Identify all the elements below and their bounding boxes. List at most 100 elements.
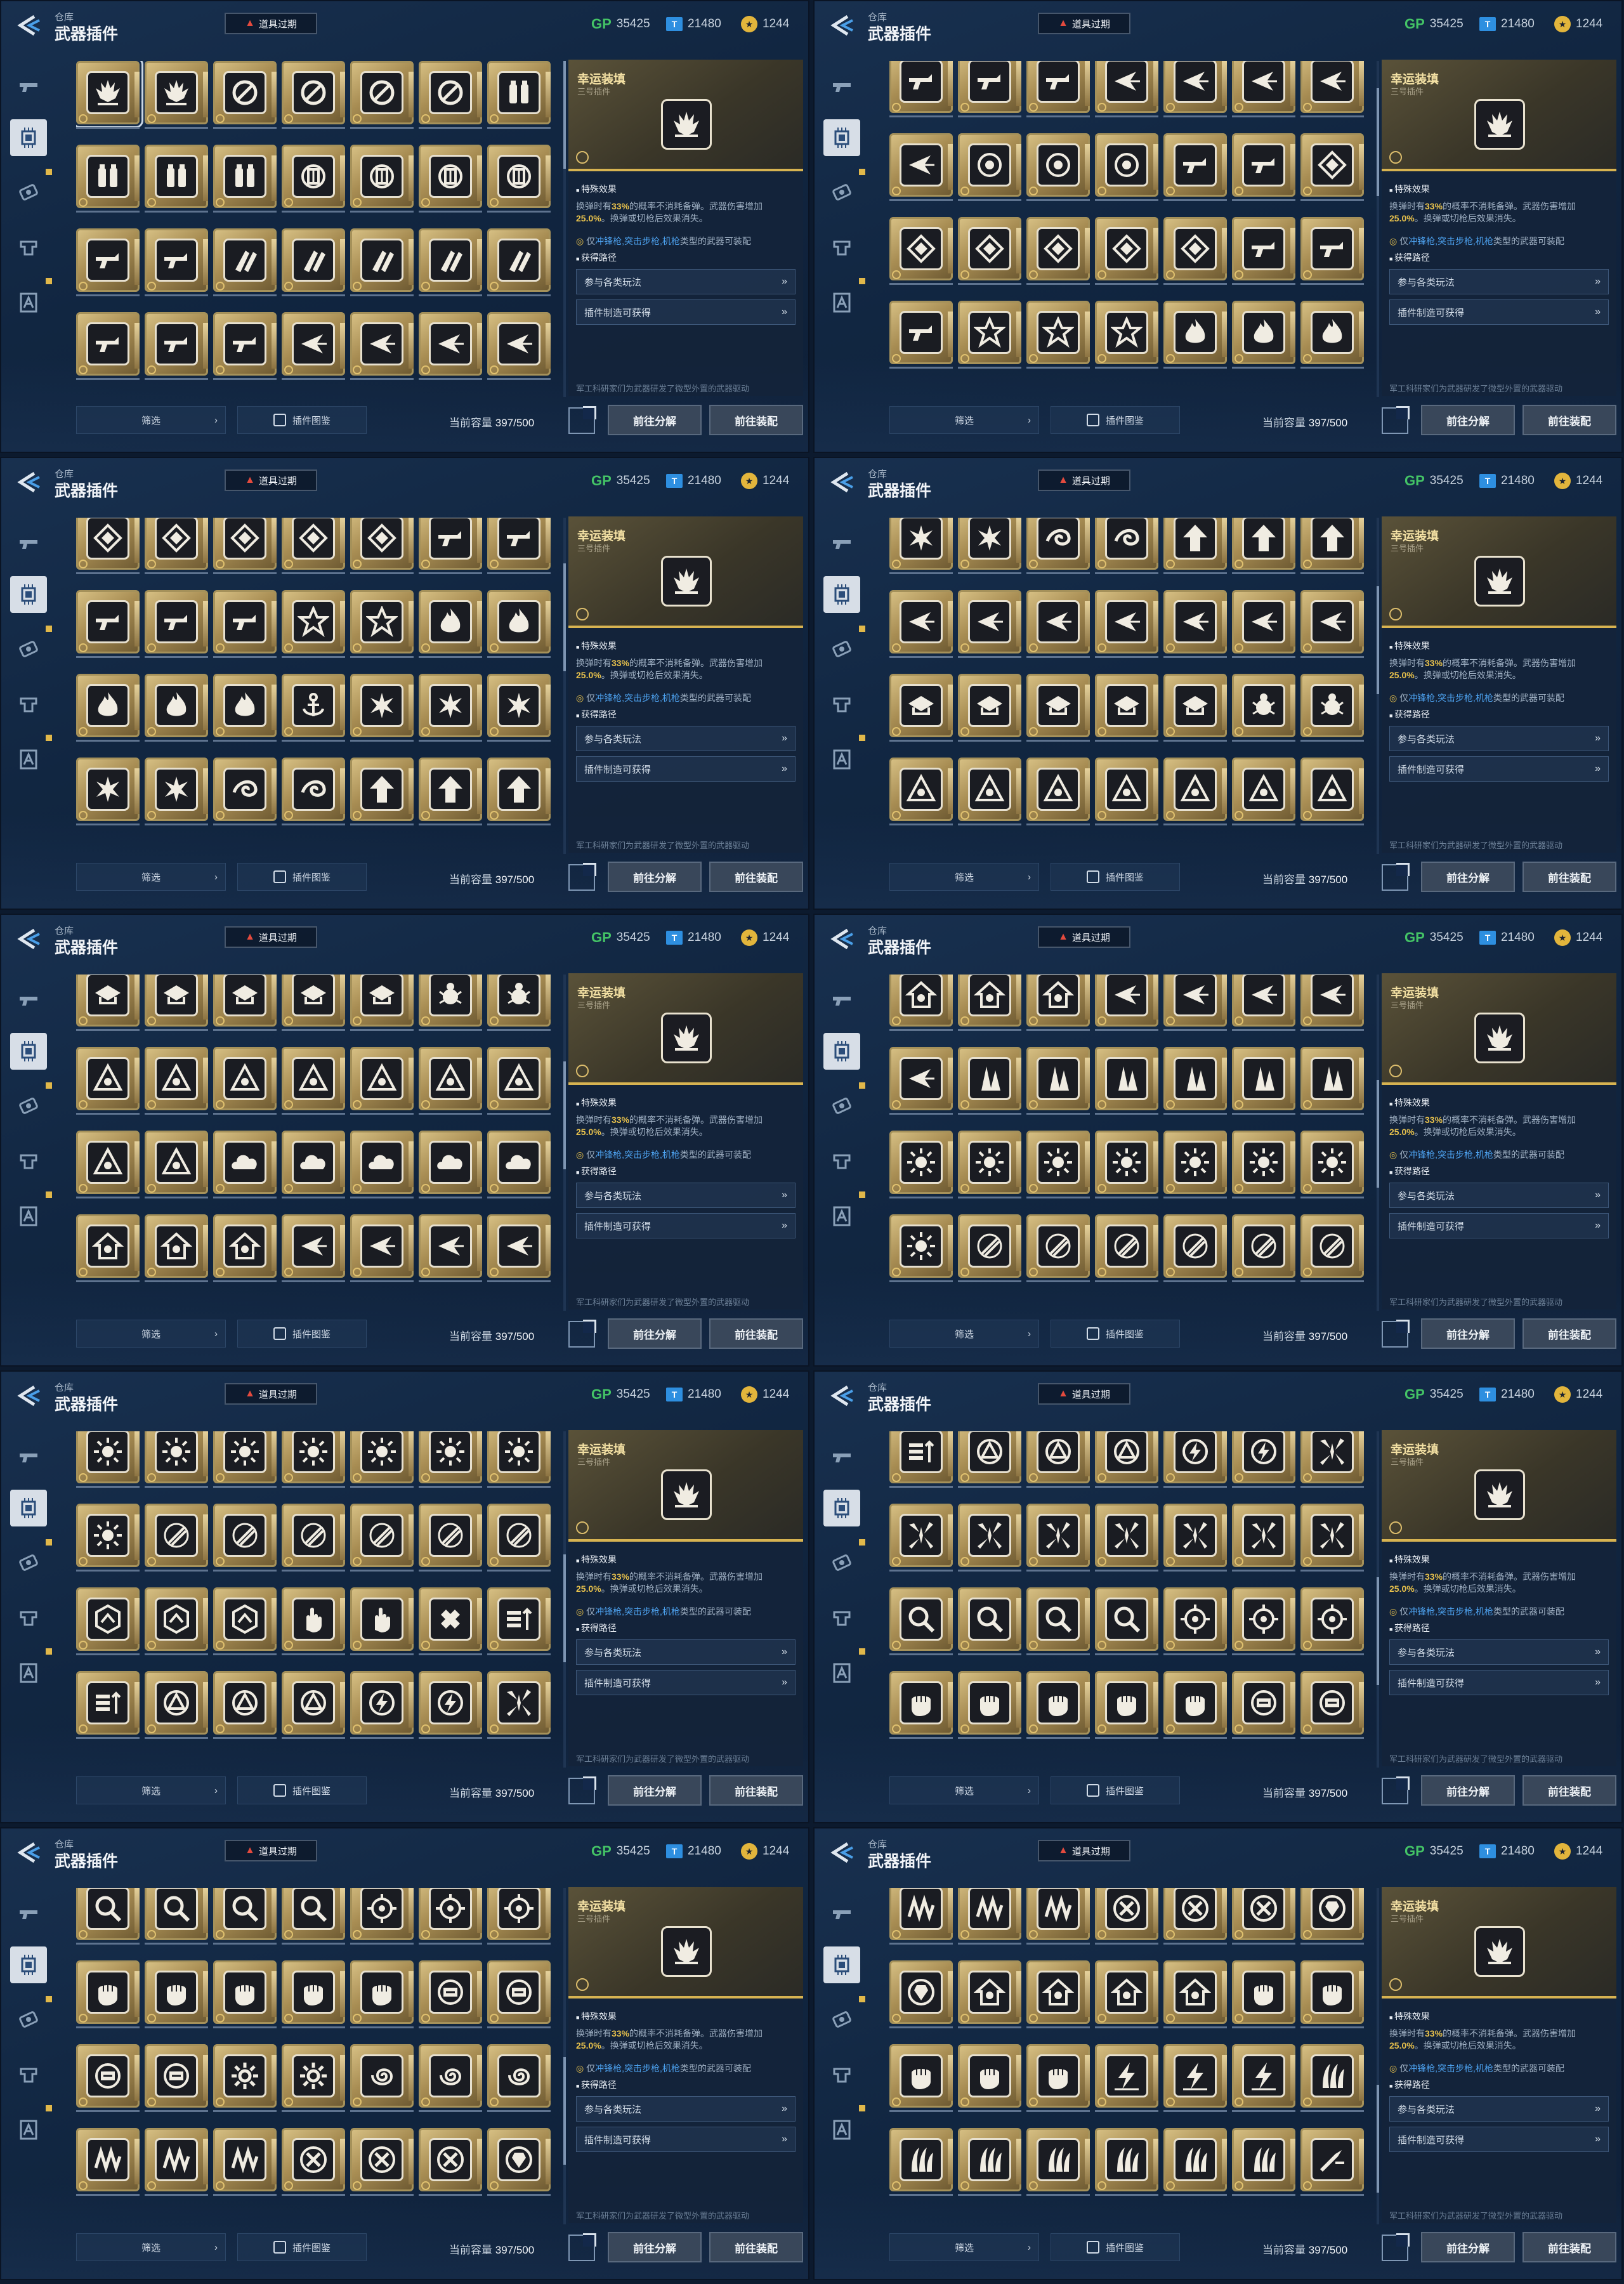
source-crafting-button[interactable]: 插件制造可获得» — [1389, 756, 1609, 782]
disassemble-button[interactable]: 前往分解 — [1421, 1775, 1515, 1806]
plugin-slot[interactable] — [76, 2044, 140, 2113]
plugin-slot[interactable] — [213, 1431, 277, 1488]
scrollbar-thumb[interactable] — [1377, 88, 1379, 197]
plugin-slot[interactable] — [282, 2128, 345, 2196]
expired-items-button[interactable]: ▲ 道具过期 — [1038, 13, 1130, 34]
scrollbar-thumb[interactable] — [563, 61, 566, 169]
plugin-slot[interactable] — [1300, 1504, 1364, 1572]
equip-button[interactable]: 前往装配 — [709, 2232, 803, 2262]
disassemble-button[interactable]: 前往分解 — [608, 1775, 702, 1806]
source-play-modes-button[interactable]: 参与各类玩法» — [1389, 1183, 1609, 1208]
disassemble-button[interactable]: 前往分解 — [608, 405, 702, 435]
plugin-slot[interactable] — [958, 1960, 1021, 2029]
plugin-slot[interactable] — [1026, 301, 1090, 369]
plugin-slot[interactable] — [889, 1047, 953, 1115]
scrollbar-thumb[interactable] — [1377, 2084, 1379, 2193]
plugin-slot[interactable] — [1026, 61, 1090, 118]
nav-armor[interactable] — [823, 2057, 860, 2094]
nav-pistol[interactable] — [10, 982, 47, 1019]
plugin-slot[interactable] — [1026, 518, 1090, 575]
plugin-slot[interactable] — [958, 975, 1021, 1032]
plugin-slot[interactable] — [1026, 674, 1090, 742]
source-crafting-button[interactable]: 插件制造可获得» — [1389, 299, 1609, 325]
plugin-slot[interactable] — [213, 1671, 277, 1740]
plugin-slot[interactable] — [889, 2044, 953, 2113]
plugin-slot[interactable] — [889, 518, 953, 575]
plugin-slot[interactable] — [487, 1431, 551, 1488]
plugin-atlas-button[interactable]: 插件图鉴 — [237, 406, 367, 434]
plugin-slot[interactable] — [1300, 2044, 1364, 2113]
plugin-slot[interactable] — [282, 1214, 345, 1283]
plugin-slot[interactable] — [958, 217, 1021, 286]
plugin-slot[interactable] — [1163, 1671, 1227, 1740]
plugin-slot[interactable] — [1095, 1047, 1158, 1115]
plugin-slot[interactable] — [1232, 2128, 1295, 2196]
plugin-slot[interactable] — [419, 1214, 482, 1283]
plugin-slot[interactable] — [1300, 1214, 1364, 1283]
plugin-slot[interactable] — [958, 1047, 1021, 1115]
nav-plugins[interactable] — [823, 1033, 860, 1070]
back-button[interactable] — [828, 928, 854, 950]
plugin-slot[interactable] — [282, 228, 345, 297]
plugin-slot[interactable] — [1095, 1671, 1158, 1740]
plugin-slot[interactable] — [1300, 975, 1364, 1032]
plugin-slot[interactable] — [1163, 1431, 1227, 1488]
plugin-slot[interactable] — [1026, 2128, 1090, 2196]
plugin-slot[interactable] — [1300, 1131, 1364, 1199]
plugin-slot[interactable] — [1163, 1504, 1227, 1572]
nav-plugins[interactable] — [10, 576, 47, 613]
plugin-slot[interactable] — [1095, 518, 1158, 575]
plugin-slot[interactable] — [1026, 975, 1090, 1032]
plugin-slot[interactable] — [958, 61, 1021, 118]
nav-plugins[interactable] — [823, 1490, 860, 1526]
plugin-slot[interactable] — [1163, 674, 1227, 742]
plugin-slot[interactable] — [1232, 1504, 1295, 1572]
grid-scrollbar[interactable] — [1377, 61, 1379, 397]
plugin-slot[interactable] — [1300, 61, 1364, 118]
plugin-slot[interactable] — [145, 1960, 208, 2029]
plugin-slot[interactable] — [1232, 301, 1295, 369]
plugin-slot[interactable] — [76, 1431, 140, 1488]
plugin-slot[interactable] — [1095, 1131, 1158, 1199]
plugin-slot[interactable] — [145, 1214, 208, 1283]
plugin-slot[interactable] — [350, 1131, 414, 1199]
source-play-modes-button[interactable]: 参与各类玩法» — [576, 726, 796, 751]
plugin-slot[interactable] — [350, 1671, 414, 1740]
plugin-slot[interactable] — [889, 1960, 953, 2029]
plugin-slot[interactable] — [1300, 1960, 1364, 2029]
nav-pistol[interactable] — [10, 1439, 47, 1476]
plugin-slot[interactable] — [487, 1587, 551, 1656]
plugin-slot[interactable] — [487, 590, 551, 659]
plugin-slot[interactable] — [419, 674, 482, 742]
plugin-slot[interactable] — [419, 975, 482, 1032]
nav-pistol[interactable] — [823, 1896, 860, 1933]
plugin-slot[interactable] — [958, 758, 1021, 826]
plugin-slot[interactable] — [350, 590, 414, 659]
scrollbar-thumb[interactable] — [563, 1554, 566, 1663]
plugin-slot[interactable] — [145, 590, 208, 659]
nav-scope[interactable] — [10, 631, 47, 667]
plugin-slot[interactable] — [213, 1504, 277, 1572]
plugin-slot[interactable] — [213, 1587, 277, 1656]
plugin-slot[interactable] — [1095, 2128, 1158, 2196]
plugin-slot[interactable] — [889, 1671, 953, 1740]
plugin-slot[interactable] — [282, 145, 345, 213]
plugin-slot[interactable] — [958, 2128, 1021, 2196]
plugin-slot[interactable] — [145, 758, 208, 826]
expired-items-button[interactable]: ▲ 道具过期 — [225, 1840, 317, 1861]
plugin-slot[interactable] — [1232, 590, 1295, 659]
plugin-slot[interactable] — [958, 1431, 1021, 1488]
nav-pistol[interactable] — [823, 1439, 860, 1476]
plugin-slot[interactable] — [1163, 518, 1227, 575]
plugin-slot[interactable] — [1026, 1587, 1090, 1656]
nav-plugins[interactable] — [10, 1033, 47, 1070]
plugin-slot[interactable] — [419, 2044, 482, 2113]
plugin-slot[interactable] — [419, 590, 482, 659]
plugin-slot[interactable] — [487, 1131, 551, 1199]
plugin-slot[interactable] — [350, 1431, 414, 1488]
equip-button[interactable]: 前往装配 — [709, 405, 803, 435]
source-play-modes-button[interactable]: 参与各类玩法» — [576, 1639, 796, 1665]
plugin-slot[interactable] — [1232, 1587, 1295, 1656]
filter-button[interactable]: 筛选 › — [889, 1776, 1039, 1804]
plugin-slot[interactable] — [487, 2044, 551, 2113]
